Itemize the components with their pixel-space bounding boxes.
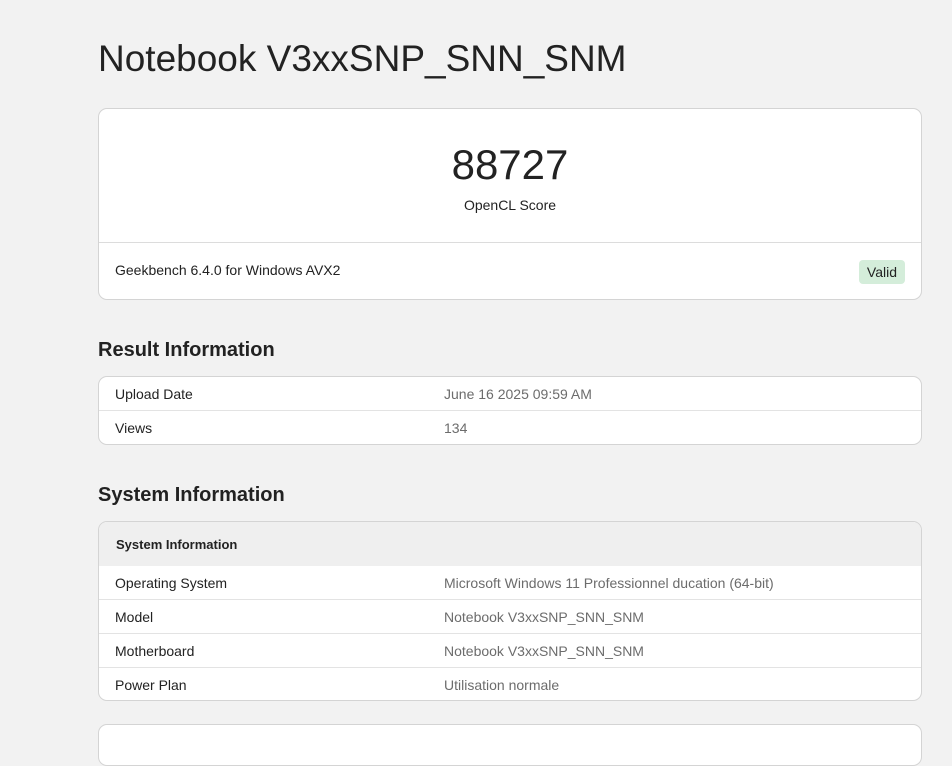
valid-badge: Valid [858,260,905,284]
table-row: Views 134 [99,410,921,444]
next-section-card [98,724,922,766]
score-summary: 88727 OpenCL Score [99,109,921,243]
operating-system-value: Microsoft Windows 11 Professionnel ducat… [444,575,774,591]
model-value: Notebook V3xxSNP_SNN_SNM [444,609,644,625]
motherboard-value: Notebook V3xxSNP_SNN_SNM [444,643,644,659]
table-row: Model Notebook V3xxSNP_SNN_SNM [99,599,921,633]
system-information-table: System Information Operating System Micr… [98,521,922,701]
motherboard-label: Motherboard [115,643,195,659]
opencl-score-label: OpenCL Score [463,197,557,213]
model-label: Model [115,609,154,625]
table-header: System Information [99,522,921,566]
table-row: Power Plan Utilisation normale [99,667,921,700]
table-header-label: System Information [116,537,238,552]
table-row: Motherboard Notebook V3xxSNP_SNN_SNM [99,633,921,667]
upload-date-label: Upload Date [115,386,193,402]
power-plan-label: Power Plan [115,677,187,693]
table-row: Upload Date June 16 2025 09:59 AM [99,377,921,410]
result-information-table: Upload Date June 16 2025 09:59 AM Views … [98,376,922,445]
power-plan-value: Utilisation normale [444,677,560,693]
system-information-heading: System Information [98,484,285,506]
opencl-score-value: 88727 [451,141,569,188]
score-card: 88727 OpenCL Score Geekbench 6.4.0 for W… [98,108,922,300]
views-label: Views [115,420,153,436]
views-value: 134 [444,420,468,436]
table-row: Operating System Microsoft Windows 11 Pr… [99,566,921,599]
operating-system-label: Operating System [115,575,228,591]
benchmark-version: Geekbench 6.4.0 for Windows AVX2 [115,262,341,278]
upload-date-value: June 16 2025 09:59 AM [444,386,592,402]
result-information-heading: Result Information [98,339,275,361]
benchmark-version-row: Geekbench 6.4.0 for Windows AVX2 Valid [99,243,921,299]
page-title: Notebook V3xxSNP_SNN_SNM [98,38,627,79]
